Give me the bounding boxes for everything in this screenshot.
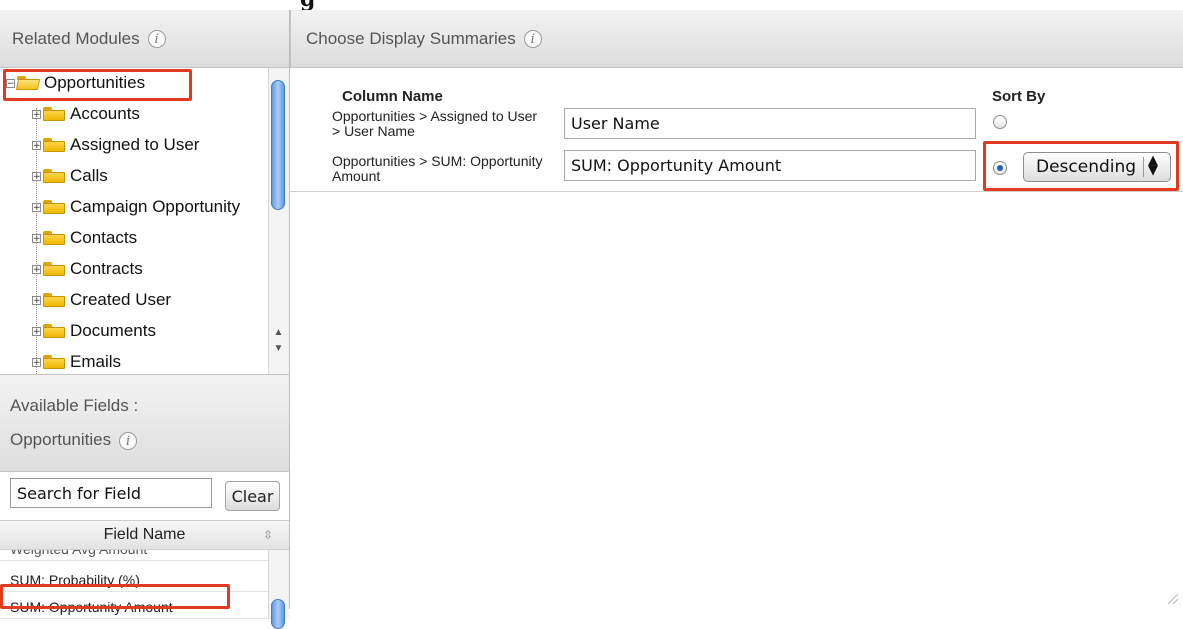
tree-item-label: Emails	[70, 352, 122, 371]
field-search-input[interactable]	[10, 478, 212, 508]
sort-by-header: Sort By	[992, 88, 1046, 105]
expand-icon[interactable]: +	[32, 202, 41, 212]
column-name-header: Column Name	[342, 88, 443, 105]
list-item[interactable]: Weighted Avg Amount	[0, 550, 268, 561]
display-summaries-header: Choose Display Summaries i	[290, 10, 1183, 68]
folder-icon	[43, 293, 65, 307]
tree-item-label: Contacts	[70, 228, 138, 247]
tree-item-contacts[interactable]: + Contacts	[32, 224, 137, 252]
folder-icon	[43, 200, 65, 214]
expand-icon[interactable]: +	[32, 295, 41, 305]
scroll-up-icon[interactable]: ▲	[270, 326, 287, 340]
expand-icon[interactable]: +	[32, 326, 41, 336]
expand-icon[interactable]: +	[32, 357, 41, 367]
summary-row-label: Opportunities > Assigned to User > User …	[332, 108, 538, 139]
info-icon[interactable]: i	[119, 432, 138, 450]
tree-item-created-user[interactable]: + Created User	[32, 286, 171, 314]
folder-icon	[43, 169, 65, 183]
display-summaries-panel: Choose Display Summaries i Column Name S…	[290, 10, 1183, 609]
folder-icon	[43, 138, 65, 152]
available-fields-module-label: Opportunities	[10, 430, 112, 449]
module-tree: − Opportunities + Accounts + Assigned to…	[0, 68, 268, 374]
display-summaries-title: Choose Display Summaries	[306, 28, 516, 48]
resize-grip-icon[interactable]	[1165, 591, 1179, 605]
available-fields-title: Available Fields :	[10, 396, 139, 415]
divider	[290, 191, 1183, 192]
field-list-scroll-thumb[interactable]	[271, 599, 285, 629]
folder-icon	[43, 262, 65, 276]
tree-item-label: Calls	[70, 166, 108, 185]
tree-item-label: Contracts	[70, 259, 143, 278]
tree-item-contracts[interactable]: + Contracts	[32, 255, 143, 283]
expand-icon[interactable]: +	[32, 171, 41, 181]
highlight-opportunities	[3, 69, 192, 101]
sort-icon[interactable]: ⇳	[263, 521, 273, 549]
clipped-heading: g	[0, 0, 1183, 10]
tree-item-label: Accounts	[70, 104, 140, 123]
field-name-header-label: Field Name	[103, 526, 186, 543]
sort-radio[interactable]	[993, 115, 1007, 129]
expand-icon[interactable]: +	[32, 109, 41, 119]
related-modules-header: Related Modules i	[0, 10, 289, 68]
related-modules-title: Related Modules	[12, 28, 140, 48]
tree-item-campaign-opportunity[interactable]: + Campaign Opportunity	[32, 193, 240, 221]
summary-row-label: Opportunities > SUM: Opportunity Amount	[332, 153, 543, 184]
tree-item-label: Campaign Opportunity	[70, 197, 241, 216]
expand-icon[interactable]: +	[32, 264, 41, 274]
field-name-column-header[interactable]: Field Name ⇳	[0, 520, 289, 550]
scroll-down-icon[interactable]: ▼	[270, 342, 287, 356]
expand-icon[interactable]: +	[32, 140, 41, 150]
tree-item-calls[interactable]: + Calls	[32, 162, 108, 190]
tree-scroll-thumb[interactable]	[271, 80, 285, 210]
folder-icon	[43, 107, 65, 121]
highlight-sum-opportunity-amount	[0, 584, 230, 609]
tree-item-label: Created User	[70, 290, 172, 309]
folder-icon	[43, 324, 65, 338]
tree-item-label: Documents	[70, 321, 156, 340]
available-fields-header: Available Fields : Opportunities i	[0, 374, 289, 472]
tree-item-label: Assigned to User	[70, 135, 200, 154]
summary-column-input[interactable]	[564, 150, 976, 181]
info-icon[interactable]: i	[523, 29, 542, 48]
tree-item-assigned-to-user[interactable]: + Assigned to User	[32, 131, 199, 159]
tree-item-documents[interactable]: + Documents	[32, 317, 156, 345]
folder-icon	[43, 231, 65, 245]
folder-icon	[43, 355, 65, 369]
tree-item-emails[interactable]: + Emails	[32, 348, 121, 374]
expand-icon[interactable]: +	[32, 233, 41, 243]
highlight-sort-descending	[983, 141, 1179, 191]
available-fields-module: Opportunities i	[10, 423, 289, 457]
clear-button[interactable]: Clear	[225, 481, 280, 511]
info-icon[interactable]: i	[147, 29, 166, 48]
tree-item-accounts[interactable]: + Accounts	[32, 100, 140, 128]
field-search-bar: Clear	[0, 472, 289, 522]
summary-column-input[interactable]	[564, 108, 976, 139]
